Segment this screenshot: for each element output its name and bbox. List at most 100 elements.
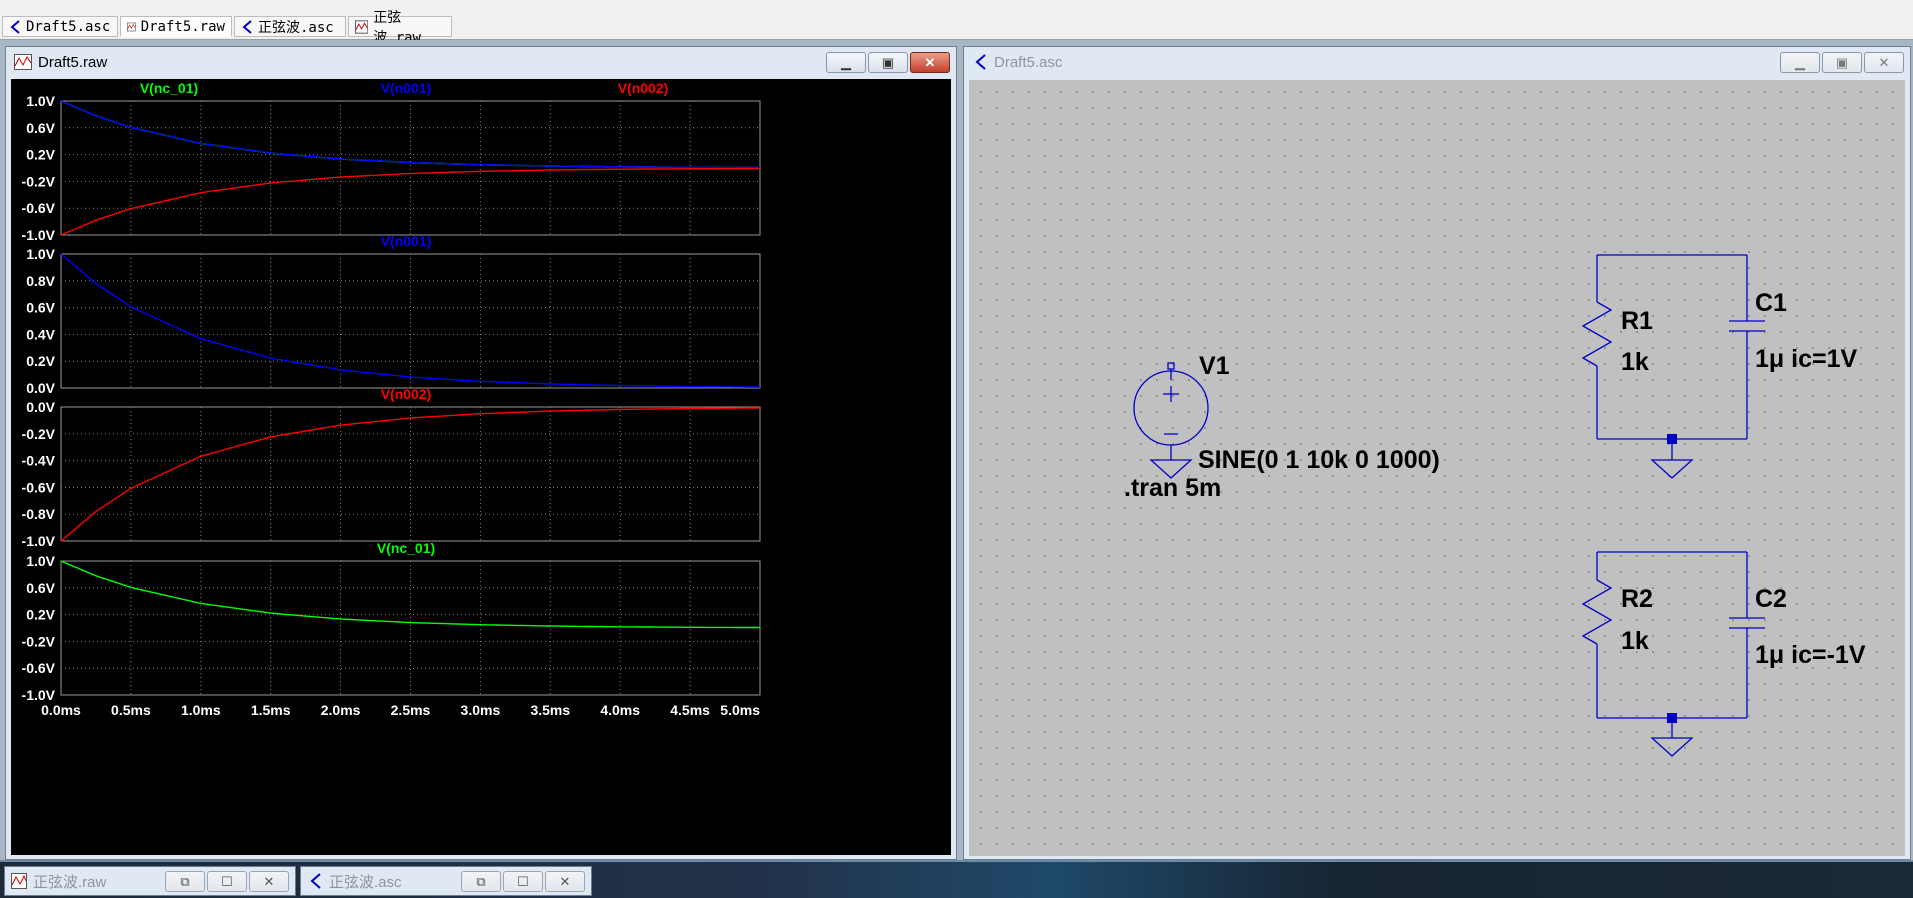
y-tick-label: -0.4V xyxy=(22,453,56,469)
r1-name-label[interactable]: R1 xyxy=(1621,307,1653,335)
junction-dot xyxy=(1667,434,1677,444)
restore-button[interactable]: ⧉ xyxy=(461,871,501,892)
y-tick-label: 0.2V xyxy=(26,147,55,163)
waveform-icon xyxy=(355,19,369,34)
y-tick-label: -1.0V xyxy=(22,227,56,243)
x-tick-label: 2.0ms xyxy=(321,702,361,718)
waveform-plots[interactable]: 1.0V 0.6V 0.2V -0.2V -0.6V -1.0V V(nc_01) V(n00… xyxy=(11,79,951,855)
y-tick-label: 0.2V xyxy=(26,607,55,623)
series-label: V(nc_01) xyxy=(377,540,435,556)
schematic-titlebar[interactable]: Draft5.asc ▁ ▣ ✕ xyxy=(964,47,1910,77)
y-tick-label: -0.2V xyxy=(22,426,56,442)
window-title: Draft5.asc xyxy=(994,53,1063,71)
c2-value-label[interactable]: 1μ ic=-1V xyxy=(1755,641,1866,669)
series-label: V(n002) xyxy=(618,80,669,96)
y-tick-label: 0.0V xyxy=(26,399,55,415)
minimize-button[interactable]: ▁ xyxy=(826,52,866,73)
y-tick-label: -0.6V xyxy=(22,660,56,676)
maximize-button[interactable]: ☐ xyxy=(207,871,247,892)
maximize-icon: ☐ xyxy=(517,873,529,889)
y-tick-label: -0.6V xyxy=(22,200,56,216)
c1-value-label[interactable]: 1μ ic=1V xyxy=(1755,345,1857,373)
waveform-icon xyxy=(14,54,32,70)
restore-button[interactable]: ⧉ xyxy=(165,871,205,892)
x-tick-label: 0.0ms xyxy=(41,702,81,718)
rc-loop-1[interactable] xyxy=(1581,254,1765,479)
tab-sine-asc[interactable]: 正弦波.asc xyxy=(234,16,346,37)
tab-label: Draft5.raw xyxy=(140,18,225,35)
schematic-drawing[interactable]: V1 SINE(0 1 10k 0 1000) .tran 5m R1 1k C… xyxy=(969,80,1905,856)
schematic-icon xyxy=(242,19,252,34)
tran-directive[interactable]: .tran 5m xyxy=(1124,474,1221,502)
close-icon: ✕ xyxy=(924,54,936,70)
tab-draft5-asc[interactable]: Draft5.asc xyxy=(2,16,118,37)
x-tick-label: 5.0ms xyxy=(720,702,760,718)
series-label: V(n001) xyxy=(381,80,432,96)
close-button[interactable]: ✕ xyxy=(545,871,585,892)
maximize-icon: ☐ xyxy=(221,873,233,889)
r2-value-label[interactable]: 1k xyxy=(1621,627,1649,655)
x-tick-label: 1.5ms xyxy=(251,702,291,718)
x-tick-label: 3.5ms xyxy=(530,702,570,718)
x-tick-label: 1.0ms xyxy=(181,702,221,718)
y-tick-label: -0.2V xyxy=(22,633,56,649)
series-line xyxy=(60,253,761,388)
series-label: V(nc_01) xyxy=(140,80,198,96)
restore-button[interactable]: ▣ xyxy=(868,52,908,73)
y-tick-label: 0.4V xyxy=(26,326,55,342)
restore-icon: ⧉ xyxy=(476,873,486,889)
waveform-titlebar[interactable]: Draft5.raw ▁ ▣ ✕ xyxy=(6,47,956,77)
window-title: 正弦波.raw xyxy=(33,873,107,891)
waveform-icon xyxy=(127,22,136,31)
y-tick-label: 0.8V xyxy=(26,273,55,289)
y-tick-label: -0.6V xyxy=(22,479,56,495)
minimize-button[interactable]: ▁ xyxy=(1780,52,1820,73)
close-button[interactable]: ✕ xyxy=(1864,52,1904,73)
restore-button[interactable]: ▣ xyxy=(1822,52,1862,73)
minimized-window-sine-raw[interactable]: 正弦波.raw ⧉ ☐ ✕ xyxy=(4,866,296,896)
window-title: 正弦波.asc xyxy=(329,873,402,891)
x-tick-label: 2.5ms xyxy=(391,702,431,718)
restore-icon: ▣ xyxy=(1835,54,1849,70)
window-title: Draft5.raw xyxy=(38,53,108,71)
voltage-source-v1[interactable] xyxy=(1133,362,1209,479)
y-tick-label: -0.8V xyxy=(22,506,56,522)
junction-dot xyxy=(1667,713,1677,723)
y-tick-label: -1.0V xyxy=(22,687,56,703)
maximize-button[interactable]: ☐ xyxy=(503,871,543,892)
r1-value-label[interactable]: 1k xyxy=(1621,348,1649,376)
series-label: V(n002) xyxy=(381,386,432,402)
close-button[interactable]: ✕ xyxy=(910,52,950,73)
waveform-plot-area[interactable]: 1.0V 0.6V 0.2V -0.2V -0.6V -1.0V V(nc_01) V(n00… xyxy=(11,79,951,855)
schematic-icon xyxy=(10,19,20,34)
restore-icon: ⧉ xyxy=(180,873,190,889)
tab-sine-raw[interactable]: 正弦波.raw xyxy=(348,10,452,46)
y-tick-label: 0.6V xyxy=(26,580,55,596)
waveform-icon xyxy=(11,873,27,889)
x-tick-label: 4.5ms xyxy=(670,702,710,718)
restore-icon: ▣ xyxy=(881,54,895,70)
schematic-icon xyxy=(975,54,986,70)
schematic-icon xyxy=(310,873,321,889)
y-tick-label: 0.6V xyxy=(26,300,55,316)
y-tick-label: 0.6V xyxy=(26,120,55,136)
x-tick-label: 4.0ms xyxy=(600,702,640,718)
y-tick-label: 1.0V xyxy=(26,246,55,262)
y-tick-label: 0.2V xyxy=(26,353,55,369)
r2-name-label[interactable]: R2 xyxy=(1621,585,1653,613)
tab-draft5-raw[interactable]: Draft5.raw xyxy=(120,16,232,37)
c1-name-label[interactable]: C1 xyxy=(1755,289,1787,317)
close-icon: ✕ xyxy=(1878,54,1890,70)
v1-value-label[interactable]: SINE(0 1 10k 0 1000) xyxy=(1198,446,1440,474)
minimized-window-sine-asc[interactable]: 正弦波.asc ⧉ ☐ ✕ xyxy=(300,866,592,896)
close-icon: ✕ xyxy=(263,873,275,889)
x-tick-label: 0.5ms xyxy=(111,702,151,718)
minimize-icon: ▁ xyxy=(1795,54,1805,70)
minimize-icon: ▁ xyxy=(841,54,851,70)
rc-loop-2[interactable] xyxy=(1581,551,1765,757)
top-menu-strip xyxy=(0,0,1913,14)
schematic-canvas[interactable]: V1 SINE(0 1 10k 0 1000) .tran 5m R1 1k C… xyxy=(969,80,1905,856)
c2-name-label[interactable]: C2 xyxy=(1755,585,1787,613)
close-button[interactable]: ✕ xyxy=(249,871,289,892)
v1-name-label[interactable]: V1 xyxy=(1199,352,1230,380)
